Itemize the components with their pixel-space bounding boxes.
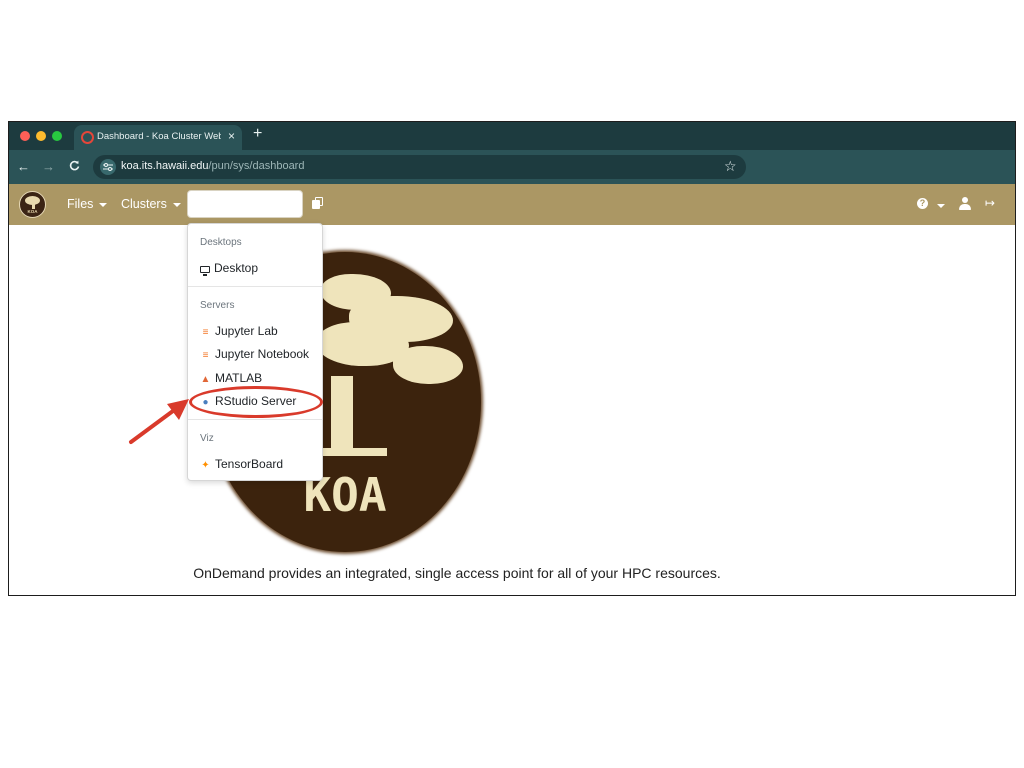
files-menu-label: Files [67,197,94,211]
matlab-icon: ▲ [200,374,211,385]
tab-dashboard[interactable]: Dashboard - Koa Cluster Web × [74,125,242,150]
bookmark-star-icon[interactable]: ☆ [724,158,737,175]
menu-item-label: Jupyter Lab [215,324,278,338]
dropdown-divider [188,419,322,420]
logout-icon[interactable]: ↦ [985,196,995,210]
window-front-shape [312,200,320,209]
menu-item-label: TensorBoard [215,457,284,471]
menu-item-label: Jupyter Notebook [215,347,310,361]
logo-text: KOA [27,209,38,214]
user-head-shape [962,197,968,203]
menu-item-tensorboard[interactable]: ✦ TensorBoard [200,457,283,471]
menu-item-jupyter-lab[interactable]: ≡ Jupyter Lab [200,324,278,338]
url-host: koa.its.hawaii.edu [121,160,209,172]
menu-item-label: Desktop [214,261,259,275]
maximize-window-button[interactable] [52,131,62,141]
back-button[interactable]: ← [17,159,30,174]
forward-button[interactable]: → [42,159,55,174]
annotation-arrow-icon [129,399,189,444]
clusters-menu-label: Clusters [121,197,167,211]
tune-icon [103,163,113,171]
close-window-button[interactable] [20,131,30,141]
user-icon[interactable] [959,197,971,210]
menu-item-jupyter-notebook[interactable]: ≡ Jupyter Notebook [200,347,309,361]
menu-item-desktop[interactable]: Desktop [200,261,259,276]
dashboard-tagline: OnDemand provides an integrated, single … [193,565,721,581]
my-interactive-sessions-icon[interactable] [312,197,323,209]
menu-item-matlab[interactable]: ▲ MATLAB [200,371,263,385]
annotation-highlight-ellipse [189,386,323,418]
logo-canopy-part [393,346,463,384]
site-info-icon[interactable] [100,159,116,175]
reload-icon [69,160,80,171]
address-bar[interactable]: koa.its.hawaii.edu/pun/sys/dashboard ☆ [93,155,746,179]
url-path: /pun/sys/dashboard [208,160,305,172]
minimize-window-button[interactable] [36,131,46,141]
ondemand-navbar: KOA Files Clusters ? ↦ [9,184,1015,225]
help-chevron-down-icon[interactable] [937,204,945,208]
tab-close-icon[interactable]: × [228,129,235,143]
address-bar-row: ← → koa.its.hawaii.edu/pun/sys/dashboard… [9,150,1015,184]
ondemand-favicon-icon [81,131,94,144]
menu-item-label: MATLAB [215,371,263,385]
url-text[interactable]: koa.its.hawaii.edu/pun/sys/dashboard [121,160,304,172]
clusters-dropdown-menu: Desktops Desktop Servers ≡ Jupyter Lab ≡ J… [187,223,323,481]
jupyter-icon: ≡ [202,350,209,361]
apps-search-input[interactable] [187,190,303,218]
dropdown-header-viz: Viz [200,433,214,444]
help-icon[interactable]: ? [917,198,928,209]
files-menu[interactable]: Files [67,197,108,211]
user-torso-shape [959,204,971,210]
reload-button[interactable] [69,159,80,174]
browser-window: Dashboard - Koa Cluster Web × + ← → koa.… [8,121,1016,596]
dropdown-divider [188,286,322,287]
tab-strip: Dashboard - Koa Cluster Web × + [9,122,1015,150]
tensorboard-icon: ✦ [201,460,210,471]
jupyter-icon: ≡ [202,327,209,338]
tab-title: Dashboard - Koa Cluster Web [97,131,221,142]
koa-brand-logo[interactable]: KOA [19,191,46,218]
chevron-down-icon [172,202,181,207]
clusters-menu[interactable]: Clusters [121,197,181,211]
logo-trunk [331,376,353,456]
monitor-icon [200,266,210,276]
chevron-down-icon [99,202,108,207]
dropdown-header-desktops: Desktops [200,237,242,248]
dropdown-header-servers: Servers [200,300,235,311]
new-tab-button[interactable]: + [253,125,262,143]
